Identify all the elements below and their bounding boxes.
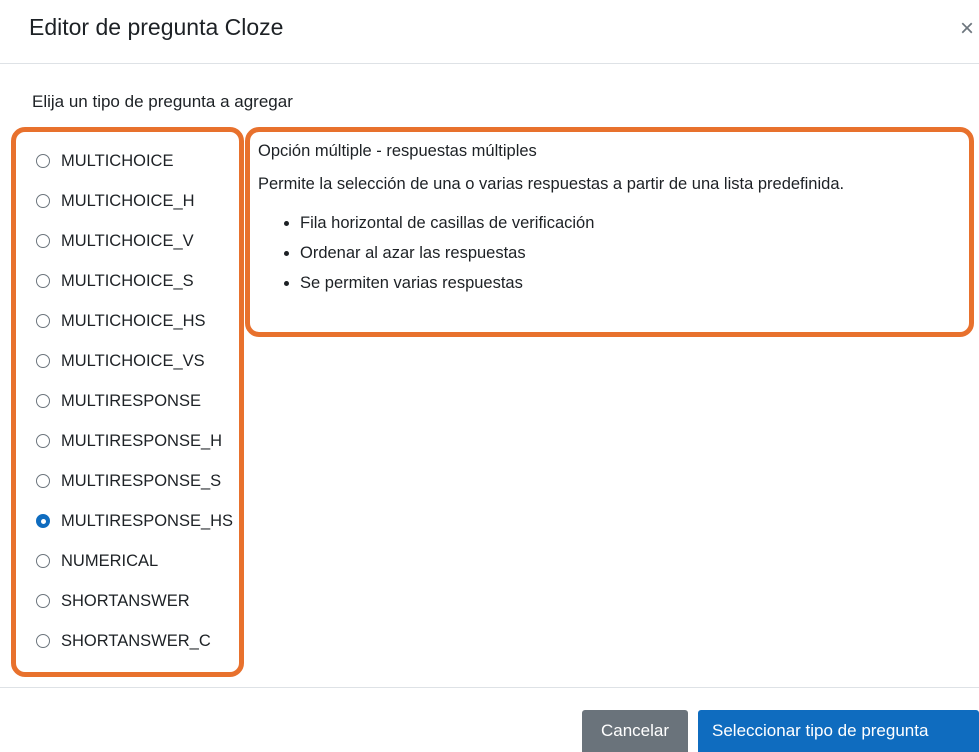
question-type-label: MULTICHOICE_S <box>61 271 194 290</box>
question-type-label: MULTIRESPONSE_H <box>61 431 223 450</box>
question-type-label: SHORTANSWER <box>61 591 190 610</box>
question-type-option[interactable]: MULTICHOICE_VS <box>36 341 239 381</box>
radio-unchecked-icon[interactable] <box>36 314 50 328</box>
radio-unchecked-icon[interactable] <box>36 354 50 368</box>
question-type-option[interactable]: MULTICHOICE <box>36 141 239 181</box>
radio-unchecked-icon[interactable] <box>36 474 50 488</box>
radio-unchecked-icon[interactable] <box>36 554 50 568</box>
radio-unchecked-icon[interactable] <box>36 594 50 608</box>
question-type-option[interactable]: MULTIRESPONSE_H <box>36 421 239 461</box>
question-type-option[interactable]: MULTICHOICE_H <box>36 181 239 221</box>
dialog-title: Editor de pregunta Cloze <box>29 14 284 40</box>
radio-unchecked-icon[interactable] <box>36 194 50 208</box>
radio-unchecked-icon[interactable] <box>36 634 50 648</box>
question-type-option[interactable]: NUMERICAL <box>36 541 239 581</box>
feature-item: Ordenar al azar las respuestas <box>300 238 969 268</box>
dialog-header: Editor de pregunta Cloze × <box>0 0 979 64</box>
prompt-text: Elija un tipo de pregunta a agregar <box>32 92 293 111</box>
select-question-type-button[interactable]: Seleccionar tipo de pregunta <box>698 710 979 752</box>
question-type-label: NUMERICAL <box>61 551 159 570</box>
question-type-label: MULTICHOICE_VS <box>61 351 205 370</box>
radio-unchecked-icon[interactable] <box>36 434 50 448</box>
description-title: Opción múltiple - respuestas múltiples <box>258 142 537 160</box>
question-type-option[interactable]: MULTIRESPONSE_HS <box>36 501 239 541</box>
feature-list: Fila horizontal de casillas de verificac… <box>258 208 969 298</box>
close-icon[interactable]: × <box>960 14 974 44</box>
question-type-label: MULTIRESPONSE_HS <box>61 511 234 530</box>
question-type-description: Opción múltiple - respuestas múltiples P… <box>245 127 974 337</box>
question-type-label: MULTICHOICE_HS <box>61 311 206 330</box>
radio-unchecked-icon[interactable] <box>36 154 50 168</box>
feature-item: Fila horizontal de casillas de verificac… <box>300 208 969 238</box>
question-type-option[interactable]: MULTIRESPONSE_S <box>36 461 239 501</box>
question-type-label: MULTIRESPONSE <box>61 391 201 410</box>
question-type-label: MULTICHOICE_H <box>61 191 195 210</box>
cloze-editor-dialog: Editor de pregunta Cloze × Elija un tipo… <box>0 0 979 752</box>
question-type-list: MULTICHOICE MULTICHOICE_H MULTICHOICE_V MUL… <box>11 127 244 677</box>
description-text: Permite la selección de una o varias res… <box>258 175 845 193</box>
question-type-option[interactable]: MULTICHOICE_S <box>36 261 239 301</box>
feature-item: Se permiten varias respuestas <box>300 268 969 298</box>
radio-unchecked-icon[interactable] <box>36 234 50 248</box>
radio-checked-icon[interactable] <box>36 514 50 528</box>
radio-unchecked-icon[interactable] <box>36 274 50 288</box>
cancel-button[interactable]: Cancelar <box>582 710 688 752</box>
question-type-label: MULTIRESPONSE_S <box>61 471 222 490</box>
question-type-label: SHORTANSWER_C <box>61 631 211 650</box>
question-type-option[interactable]: SHORTANSWER <box>36 581 239 621</box>
question-type-option[interactable]: SHORTANSWER_C <box>36 621 239 661</box>
question-type-option[interactable]: MULTICHOICE_HS <box>36 301 239 341</box>
dialog-footer: Cancelar Seleccionar tipo de pregunta <box>0 687 979 752</box>
radio-unchecked-icon[interactable] <box>36 394 50 408</box>
question-type-label: MULTICHOICE <box>61 151 174 170</box>
question-type-option[interactable]: MULTICHOICE_V <box>36 221 239 261</box>
question-type-option[interactable]: MULTIRESPONSE <box>36 381 239 421</box>
question-type-label: MULTICHOICE_V <box>61 231 194 250</box>
